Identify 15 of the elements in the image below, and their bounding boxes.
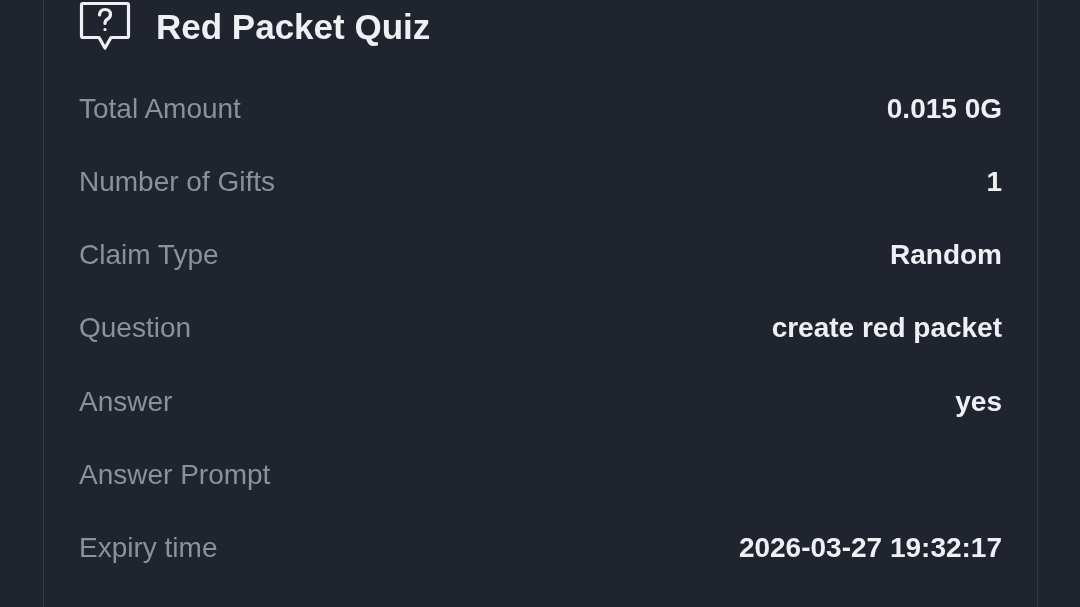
- card-title: Red Packet Quiz: [156, 8, 431, 44]
- field-label: Claim Type: [79, 238, 219, 272]
- field-value: 1: [986, 164, 1002, 199]
- field-label: Expiry time: [79, 531, 218, 566]
- field-value: create red packet: [771, 311, 1002, 346]
- field-value: Random: [890, 238, 1002, 272]
- field-label: Answer Prompt: [79, 458, 271, 492]
- field-value: yes: [955, 384, 1002, 419]
- question-bubble-icon: [79, 1, 131, 51]
- field-value: 0.015 0G: [886, 91, 1002, 126]
- field-value: 2026-03-27 19:32:17: [738, 531, 1002, 566]
- field-label: Total Amount: [79, 91, 241, 126]
- field-label: Answer: [79, 384, 173, 419]
- field-label: Number of Gifts: [79, 164, 276, 199]
- field-label: Question: [79, 311, 192, 346]
